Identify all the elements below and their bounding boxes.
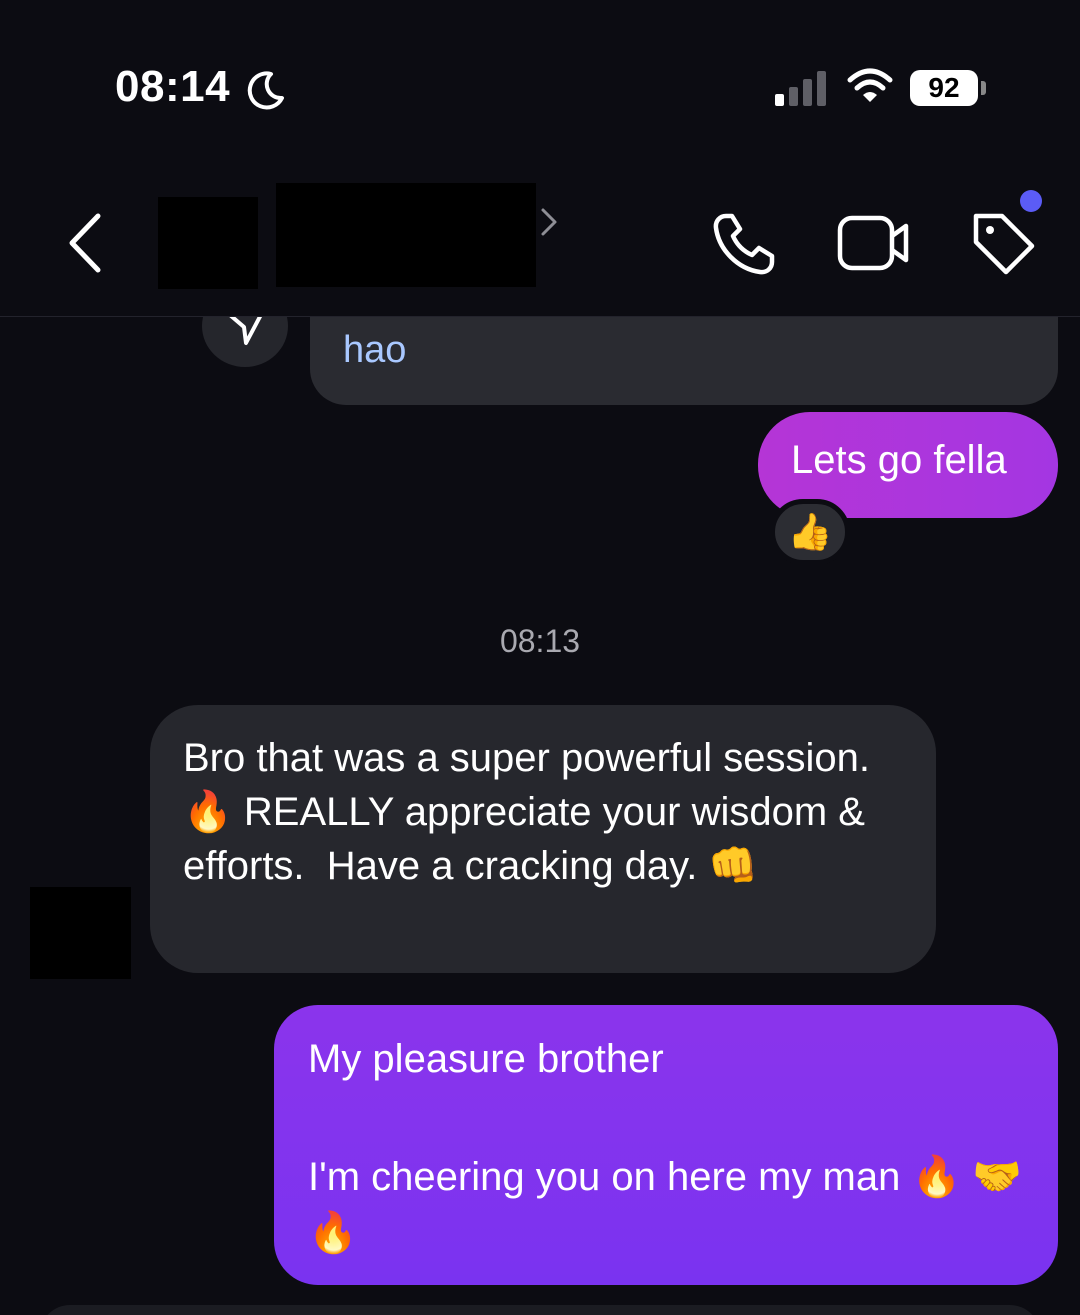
chevron-right-icon[interactable] [538,205,560,239]
battery-indicator: 92 [910,70,990,108]
incoming-message[interactable]: Bro that was a super powerful session. 🔥… [150,705,936,973]
status-bar: 08:14 92 [0,0,1080,150]
outgoing-message[interactable]: My pleasure brother I'm cheering you on … [274,1005,1058,1285]
contact-name-redacted[interactable] [276,183,536,287]
chat-header [0,150,1080,317]
message-timestamp: 08:13 [499,623,581,659]
notification-dot [1020,190,1042,212]
chevron-left-icon[interactable] [62,210,108,276]
thumbs-up-reaction[interactable]: 👍 [770,499,850,565]
message-line: I'm cheering you on here my man 🔥 🤝 🔥 [308,1155,1023,1255]
message-line: My pleasure brother [308,1037,664,1081]
contact-avatar-redacted[interactable] [158,197,258,289]
sender-avatar-redacted[interactable] [30,887,131,979]
tag-icon[interactable] [968,208,1038,278]
phone-icon[interactable] [710,210,778,278]
link-text[interactable]: hao [343,329,406,372]
moon-icon [247,71,284,110]
chat-thread: hao Lets go fella 👍 08:13 Bro that was a… [0,317,1080,1315]
battery-level: 92 [910,70,978,106]
video-icon[interactable] [836,212,912,274]
shared-link-bubble[interactable]: hao [310,317,1058,405]
message-text: Lets go fella [791,438,1007,482]
wifi-icon [847,68,893,102]
send-icon [229,317,263,345]
forward-button[interactable] [202,317,288,367]
signal-icon [775,71,826,106]
message-text: Bro that was a super powerful session. 🔥… [183,736,882,888]
status-time: 08:14 [115,62,231,111]
composer-edge [40,1305,1040,1315]
battery-tip [981,81,986,95]
